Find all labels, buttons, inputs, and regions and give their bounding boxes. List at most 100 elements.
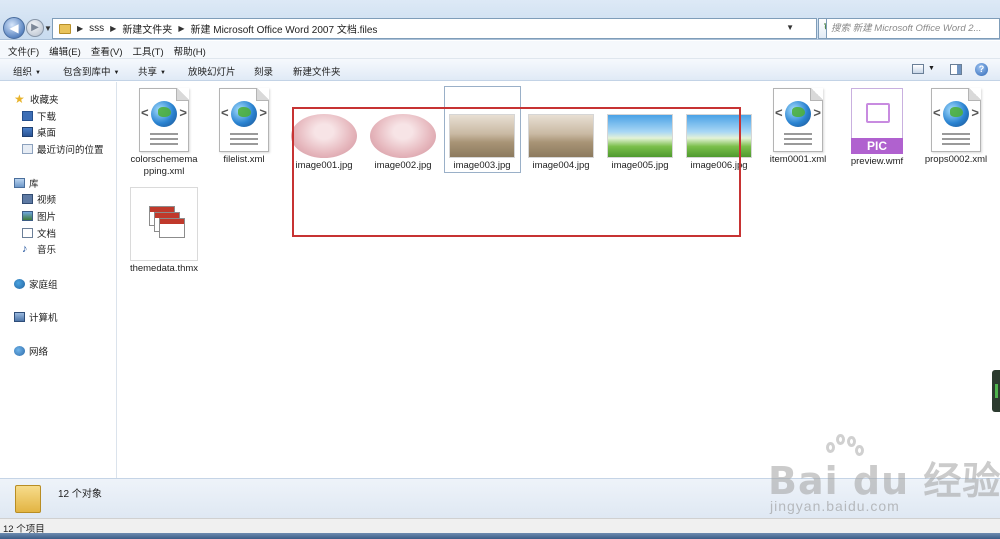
baidu-watermark: Bai du 经验 jingyan.baidu.com bbox=[740, 432, 1000, 522]
forward-button[interactable]: ▶ bbox=[26, 19, 44, 37]
nav-libraries[interactable]: 库 bbox=[14, 176, 39, 190]
chevron-down-icon: ▼ bbox=[113, 70, 120, 76]
xml-file-icon: < > bbox=[139, 88, 189, 152]
side-gadget-handle[interactable] bbox=[992, 370, 1000, 412]
file-name: themedata.thmx bbox=[129, 263, 199, 274]
burn-button[interactable]: 刻录 bbox=[254, 64, 273, 78]
file-item[interactable]: < > props0002.xml bbox=[920, 88, 992, 166]
nav-downloads-label: 下载 bbox=[37, 112, 57, 123]
nav-network[interactable]: 网络 bbox=[14, 344, 48, 358]
item-count: 12 个对象 bbox=[58, 489, 102, 500]
menu-edit[interactable]: 编辑(E) bbox=[45, 41, 87, 58]
menu-tools[interactable]: 工具(T) bbox=[128, 41, 169, 58]
xml-file-icon: < > bbox=[219, 88, 269, 152]
back-arrow-icon: ◀ bbox=[9, 21, 19, 35]
breadcrumb-sss[interactable]: sss bbox=[89, 23, 104, 34]
scroll-edge bbox=[990, 82, 1000, 478]
file-name: preview.wmf bbox=[850, 156, 904, 167]
nav-favorites[interactable]: ★ 收藏夹 bbox=[14, 92, 59, 106]
nav-music-label: 音乐 bbox=[37, 245, 57, 256]
documents-icon bbox=[22, 228, 33, 238]
nav-documents[interactable]: 文档 bbox=[22, 226, 56, 240]
globe-icon bbox=[943, 101, 969, 127]
forward-arrow-icon: ▶ bbox=[31, 22, 39, 33]
file-item[interactable]: < > item0001.xml bbox=[762, 88, 834, 166]
breadcrumb-separator-icon[interactable]: ▶ bbox=[110, 24, 116, 33]
nav-homegroup[interactable]: 家庭组 bbox=[14, 277, 58, 291]
music-note-icon: ♪ bbox=[22, 243, 28, 255]
nav-network-label: 网络 bbox=[29, 347, 49, 358]
xml-file-icon: < > bbox=[931, 88, 981, 152]
recent-places-icon bbox=[22, 144, 33, 154]
menu-view[interactable]: 查看(V) bbox=[87, 41, 129, 58]
nav-pictures[interactable]: 图片 bbox=[22, 209, 56, 223]
recent-pages-dropdown-icon[interactable]: ▼ bbox=[44, 24, 52, 33]
nav-desktop[interactable]: 桌面 bbox=[22, 125, 56, 139]
file-name: filelist.xml bbox=[223, 154, 265, 165]
address-row: ◀ ▶ ▼ ▶ sss ▶ 新建文件夹 ▶ 新建 Microsoft Offic… bbox=[0, 0, 1000, 40]
nav-homegroup-label: 家庭组 bbox=[29, 280, 58, 291]
change-view-icon[interactable] bbox=[912, 64, 924, 74]
file-name: colorschememapping.xml bbox=[130, 154, 198, 177]
include-in-library-button[interactable]: 包含到库中 ▼ bbox=[63, 64, 119, 78]
breadcrumb-current[interactable]: 新建 Microsoft Office Word 2007 文档.files bbox=[190, 21, 377, 36]
address-dropdown-icon[interactable]: ▼ bbox=[786, 23, 794, 32]
pic-badge: PIC bbox=[851, 138, 903, 154]
folder-icon bbox=[15, 485, 41, 513]
nav-computer[interactable]: 计算机 bbox=[14, 310, 58, 324]
breadcrumb-new-folder[interactable]: 新建文件夹 bbox=[122, 21, 172, 36]
red-annotation-rectangle bbox=[292, 107, 741, 237]
navigation-pane: ★ 收藏夹 下载 桌面 最近访问的位置 库 视频 图片 文档 ♪ 音乐 家庭组 … bbox=[0, 82, 117, 478]
taskbar bbox=[0, 533, 1000, 539]
file-item[interactable]: < > colorschememapping.xml bbox=[128, 88, 200, 178]
nav-videos-label: 视频 bbox=[37, 195, 57, 206]
command-bar: 组织 ▼ 包含到库中 ▼ 共享 ▼ 放映幻灯片 刻录 新建文件夹 ▼ ? bbox=[0, 59, 1000, 81]
globe-icon bbox=[151, 101, 177, 127]
back-button[interactable]: ◀ bbox=[3, 17, 25, 39]
star-icon: ★ bbox=[14, 92, 25, 106]
library-icon bbox=[14, 178, 25, 188]
include-in-library-label: 包含到库中 bbox=[63, 67, 111, 78]
globe-icon bbox=[231, 101, 257, 127]
breadcrumb-separator-icon[interactable]: ▶ bbox=[77, 24, 83, 33]
organize-label: 组织 bbox=[13, 67, 33, 78]
nav-videos[interactable]: 视频 bbox=[22, 192, 56, 206]
share-button[interactable]: 共享 ▼ bbox=[138, 64, 166, 78]
nav-recent[interactable]: 最近访问的位置 bbox=[22, 142, 104, 156]
nav-recent-label: 最近访问的位置 bbox=[37, 145, 104, 156]
address-bar[interactable]: ▶ sss ▶ 新建文件夹 ▶ 新建 Microsoft Office Word… bbox=[52, 18, 817, 39]
nav-favorites-label: 收藏夹 bbox=[30, 95, 59, 106]
file-item[interactable]: < > filelist.xml bbox=[208, 88, 280, 166]
menu-bar: 文件(F) 编辑(E) 查看(V) 工具(T) 帮助(H) bbox=[0, 41, 1000, 59]
preview-pane-icon[interactable] bbox=[950, 64, 962, 75]
chevron-down-icon[interactable]: ▼ bbox=[928, 65, 935, 72]
chevron-down-icon: ▼ bbox=[35, 70, 41, 76]
file-item[interactable]: themedata.thmx bbox=[128, 187, 200, 275]
folder-icon bbox=[59, 23, 71, 34]
video-icon bbox=[22, 194, 33, 204]
pic-file-icon: PIC bbox=[851, 88, 903, 154]
nav-music[interactable]: ♪ 音乐 bbox=[22, 242, 57, 257]
file-item[interactable]: PIC preview.wmf bbox=[841, 88, 913, 168]
watermark-brand: Bai du 经验 bbox=[768, 459, 1000, 503]
file-name: props0002.xml bbox=[924, 154, 988, 165]
breadcrumb-separator-icon[interactable]: ▶ bbox=[178, 24, 184, 33]
search-input[interactable]: 搜索 新建 Microsoft Office Word 2... bbox=[826, 18, 1000, 39]
slideshow-button[interactable]: 放映幻灯片 bbox=[188, 64, 236, 78]
organize-button[interactable]: 组织 ▼ bbox=[13, 64, 41, 78]
globe-icon bbox=[785, 101, 811, 127]
pictures-icon bbox=[22, 211, 33, 221]
help-icon[interactable]: ? bbox=[975, 63, 988, 76]
network-icon bbox=[14, 346, 25, 356]
menu-file[interactable]: 文件(F) bbox=[4, 41, 45, 58]
new-folder-button[interactable]: 新建文件夹 bbox=[293, 64, 341, 78]
watermark-url: jingyan.baidu.com bbox=[770, 498, 900, 514]
chevron-down-icon: ▼ bbox=[160, 70, 166, 76]
nav-documents-label: 文档 bbox=[37, 229, 57, 240]
theme-file-icon bbox=[130, 187, 198, 261]
menu-help[interactable]: 帮助(H) bbox=[170, 41, 212, 58]
nav-downloads[interactable]: 下载 bbox=[22, 109, 56, 123]
nav-desktop-label: 桌面 bbox=[37, 128, 57, 139]
file-name: item0001.xml bbox=[769, 154, 827, 165]
nav-pictures-label: 图片 bbox=[37, 212, 57, 223]
